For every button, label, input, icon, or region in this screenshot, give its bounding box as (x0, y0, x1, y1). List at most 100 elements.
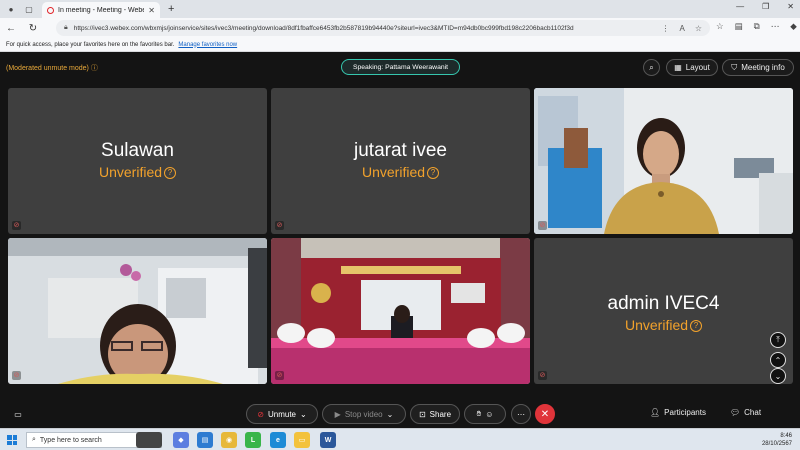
extensions-icon[interactable]: ⧉ (754, 21, 760, 32)
chat-icon: 💬︎ (730, 408, 741, 417)
participants-button[interactable]: 👤︎ Participants (650, 408, 706, 417)
participant-name: admin IVEC4 (607, 293, 720, 314)
participant-name: jutarat ivee (354, 140, 447, 161)
participants-icon: 👤︎ (650, 408, 661, 417)
profile-icon[interactable]: ● (4, 2, 18, 16)
address-toolbar: ← ↻ 🔒︎ https://ivec3.webex.com/wbxmjs/jo… (0, 18, 800, 38)
new-tab-icon[interactable]: + (168, 3, 174, 15)
more-icon[interactable]: ⋯ (771, 21, 780, 32)
favorites-bar: For quick access, place your favorites h… (0, 38, 800, 52)
layout-button[interactable]: ▦ Layout (666, 59, 718, 76)
participant-video (8, 238, 267, 384)
favorites-message: For quick access, place your favorites h… (6, 41, 175, 48)
meeting-top-bar: (Moderated unmute mode) ⓘ Speaking: Patt… (0, 52, 800, 84)
scroll-up-button[interactable]: ⌃ (770, 352, 786, 368)
reactions-group: ✋︎ ☺ (464, 404, 506, 424)
help-icon: ? (690, 320, 703, 333)
maximize-icon[interactable]: ❐ (762, 2, 769, 11)
chat-button[interactable]: 💬︎ Chat (730, 408, 761, 417)
scroll-down-button[interactable]: ⌄ (770, 368, 786, 384)
folder-app-icon[interactable]: ▭ (294, 432, 310, 448)
video-tile-room[interactable]: ⊘ (271, 238, 530, 384)
window-controls: — ❐ ✕ (736, 2, 794, 11)
tab-actions-icon[interactable]: ▢ (22, 2, 36, 16)
url-text: https://ivec3.webex.com/wbxmjs/joinservi… (73, 24, 574, 32)
more-icon: ⋯ (517, 409, 525, 419)
muted-mic-icon: ⊘ (257, 409, 264, 419)
back-icon[interactable]: ← (0, 23, 22, 34)
unverified-label: Unverified? (8, 164, 267, 180)
stop-video-button[interactable]: ▶ Stop video ⌄ (322, 404, 406, 424)
raise-hand-icon[interactable]: ✋︎ (477, 409, 482, 419)
participant-tile-sulawan[interactable]: Sulawan Unverified? ⊘ (8, 88, 267, 234)
participant-name: Sulawan (101, 140, 174, 161)
help-icon: ? (427, 167, 440, 180)
read-aloud-icon[interactable]: A (679, 24, 684, 33)
muted-mic-icon: ⊘ (275, 371, 284, 380)
favorites-icon[interactable]: ☆ (716, 21, 724, 32)
help-icon: ? (164, 167, 177, 180)
participant-tile-jutarat[interactable]: jutarat ivee Unverified? ⊘ (271, 88, 530, 234)
unmute-button[interactable]: ⊘ Unmute ⌄ (246, 404, 318, 424)
muted-mic-icon: ⊘ (275, 221, 284, 230)
recording-icon (47, 6, 54, 14)
participant-tile-admin-ivec4[interactable]: admin IVEC4 Unverified? ⊘ (534, 238, 793, 384)
windows-start-icon[interactable] (7, 435, 17, 445)
file-explorer-app-icon[interactable]: ▤ (197, 432, 213, 448)
video-tile-speaker[interactable]: ⊘ (534, 88, 793, 234)
minimize-icon[interactable]: — (736, 2, 744, 11)
speaking-indicator: Speaking: Pattama Weerawanit (341, 59, 460, 75)
video-camera-icon: ▶ (334, 409, 341, 419)
line-app-icon[interactable]: L (245, 432, 261, 448)
clock-date: 28/10/2567 (761, 441, 792, 447)
moderated-mode-label[interactable]: (Moderated unmute mode) ⓘ (6, 63, 98, 73)
meeting-info-button[interactable]: ⛉ Meeting info (722, 59, 794, 76)
browser-tab-bar: ● ▢ In meeting - Meeting - Webex ✕ + — ❐… (0, 0, 800, 18)
captions-icon[interactable]: ▭ (8, 404, 28, 424)
muted-mic-icon: ⊘ (12, 371, 21, 380)
muted-mic-icon: ⊘ (538, 221, 547, 230)
favorite-star-icon[interactable]: ☆ (695, 24, 702, 33)
shield-icon: ⛉ (731, 62, 738, 72)
more-options-button[interactable]: ⋯ (511, 404, 531, 424)
copilot-app-icon[interactable]: ◆ (173, 432, 189, 448)
chevron-down-icon: ⌄ (300, 409, 307, 419)
chevron-down-icon: ⌄ (386, 409, 394, 419)
zoom-button[interactable]: ⌕ (643, 59, 660, 76)
layout-icon: ▦ (674, 63, 682, 72)
microphone-icon[interactable]: ⋮ (661, 24, 669, 33)
browser-tab-webex[interactable]: In meeting - Meeting - Webex ✕ (42, 2, 160, 18)
manage-favorites-link[interactable]: Manage favorites now (178, 42, 237, 48)
info-icon: ⓘ (90, 65, 98, 72)
unverified-label: Unverified? (534, 317, 793, 333)
lock-icon[interactable]: 🔒︎ (64, 24, 68, 32)
share-button[interactable]: ⊡ Share (410, 404, 460, 424)
collections-icon[interactable]: ▤ (735, 21, 743, 32)
close-tab-icon[interactable]: ✕ (148, 6, 155, 15)
copilot-icon[interactable]: ◆ (790, 21, 797, 32)
meeting-window: (Moderated unmute mode) ⓘ Speaking: Patt… (0, 52, 800, 428)
close-window-icon[interactable]: ✕ (787, 2, 794, 11)
search-placeholder: Type here to search (39, 436, 102, 444)
unverified-label: Unverified? (271, 164, 530, 180)
browser-tools: ☆ ▤ ⧉ ⋯ ◆ (716, 21, 797, 32)
muted-mic-icon: ⊘ (12, 221, 21, 230)
magnifier-icon: ⌕ (649, 62, 654, 72)
participant-video (534, 88, 793, 234)
clock-time: 8:46 (780, 433, 792, 439)
close-icon: ✕ (540, 408, 550, 420)
word-app-icon[interactable]: W (320, 432, 336, 448)
search-highlight-icon[interactable] (136, 432, 162, 448)
video-tile-participant[interactable]: ⊘ (8, 238, 267, 384)
meeting-controls: ▭ ⊘ Unmute ⌄ ▶ Stop video ⌄ ⊡ Share ✋︎ ☺… (0, 402, 800, 428)
leave-meeting-button[interactable]: ✕ (535, 404, 555, 424)
address-bar[interactable]: 🔒︎ https://ivec3.webex.com/wbxmjs/joinse… (56, 20, 710, 36)
edge-app-icon[interactable]: e (270, 432, 286, 448)
refresh-icon[interactable]: ↻ (22, 23, 44, 34)
emoji-reaction-icon[interactable]: ☺ (485, 410, 493, 419)
muted-mic-icon: ⊘ (538, 371, 547, 380)
chrome-app-icon[interactable]: ◉ (221, 432, 237, 448)
room-video (271, 238, 530, 384)
scroll-top-button[interactable]: ⤒ (770, 332, 786, 348)
system-clock[interactable]: 8:46 28/10/2567 (762, 432, 792, 448)
